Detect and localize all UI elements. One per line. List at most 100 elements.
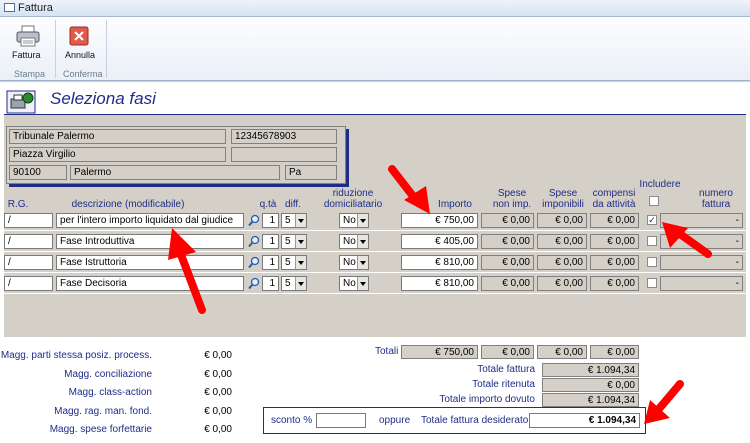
column-header-compensi: compensi da attività (592, 188, 636, 210)
descrizione-field[interactable]: Fase Introduttiva (56, 234, 244, 249)
spese-non-imp-field: € 0,00 (481, 234, 534, 249)
column-header-descrizione: descrizione (modificabile) (71, 199, 185, 210)
qta-field[interactable]: 1 (262, 276, 279, 291)
totale-spese-non-imp-field: € 0,00 (481, 345, 534, 359)
chevron-down-icon[interactable] (295, 256, 306, 269)
importo-field[interactable]: € 405,00 (401, 234, 478, 249)
oppure-label: oppure (379, 415, 411, 426)
totale-importo-field: € 750,00 (401, 345, 478, 359)
client-extra-field[interactable] (231, 147, 337, 162)
printer-icon (16, 25, 40, 47)
riduzione-select[interactable]: No (339, 255, 369, 270)
search-icon[interactable] (248, 256, 260, 269)
fattura-button[interactable]: Fattura (8, 22, 48, 64)
diff-select[interactable]: 5 (281, 213, 307, 228)
include-checkbox[interactable] (647, 257, 657, 267)
riduzione-select-value: No (343, 236, 356, 247)
compensi-field: € 0,00 (590, 234, 639, 249)
chevron-down-icon[interactable] (295, 214, 306, 227)
riduzione-select[interactable]: No (339, 213, 369, 228)
annulla-button[interactable]: Annulla (62, 22, 98, 64)
descrizione-field[interactable]: Fase Decisoria (56, 276, 244, 291)
compensi-field: € 0,00 (590, 276, 639, 291)
total-value-field: € 1.094,34 (542, 363, 639, 377)
importo-field[interactable]: € 810,00 (401, 255, 478, 270)
importo-field[interactable]: € 810,00 (401, 276, 478, 291)
desiderato-label: Totale fattura desiderato (421, 415, 529, 426)
numero-fattura-field: - (660, 213, 743, 228)
client-name-field[interactable]: Tribunale Palermo (9, 129, 226, 144)
annulla-button-label: Annulla (65, 50, 96, 60)
row-separator (4, 293, 746, 294)
include-checkbox[interactable] (647, 236, 657, 246)
importo-field[interactable]: € 750,00 (401, 213, 478, 228)
chevron-down-icon[interactable] (357, 256, 368, 269)
diff-select-value: 5 (285, 236, 291, 247)
totale-compensi-field: € 0,00 (590, 345, 639, 359)
spese-imp-field: € 0,00 (537, 234, 587, 249)
ribbon-separator (106, 20, 107, 78)
fattura-button-label: Fattura (12, 50, 41, 60)
chevron-down-icon[interactable] (295, 277, 306, 290)
rg-field[interactable]: / (4, 234, 53, 249)
diff-select[interactable]: 5 (281, 276, 307, 291)
diff-select-value: 5 (285, 257, 291, 268)
rg-field[interactable]: / (4, 276, 53, 291)
client-code-field[interactable]: 12345678903 (231, 129, 337, 144)
row-separator (4, 272, 746, 273)
column-header-numero: numero fattura (699, 188, 733, 210)
column-header-riduzione: riduzione domiciliatario (323, 188, 383, 210)
chevron-down-icon[interactable] (357, 277, 368, 290)
search-icon[interactable] (248, 277, 260, 290)
summary-value: € 0,00 (204, 368, 232, 380)
numero-fattura-field: - (660, 234, 743, 249)
search-icon[interactable] (248, 235, 260, 248)
diff-select[interactable]: 5 (281, 255, 307, 270)
column-header-rg: R.G. (7, 199, 29, 210)
chevron-down-icon[interactable] (295, 235, 306, 248)
totali-label: Totali (375, 346, 399, 357)
riduzione-select[interactable]: No (339, 276, 369, 291)
column-header-qta: q.tà (259, 199, 277, 210)
summary-value: € 0,00 (204, 424, 232, 435)
summary-label: Magg. spese forfettarie (49, 424, 152, 435)
include-checkbox[interactable] (647, 278, 657, 288)
total-label: Totale importo dovuto (439, 394, 535, 405)
descrizione-field[interactable]: Fase Istruttoria (56, 255, 244, 270)
summary-label: Magg. rag. man. fond. (54, 405, 152, 417)
totale-desiderato-input[interactable]: € 1.094,34 (529, 413, 640, 428)
numero-fattura-field: - (660, 255, 743, 270)
sconto-input[interactable] (316, 413, 366, 428)
diff-select-value: 5 (285, 278, 291, 289)
qta-field[interactable]: 1 (262, 255, 279, 270)
total-value-field: € 0,00 (542, 378, 639, 392)
riduzione-select-value: No (343, 257, 356, 268)
riduzione-select[interactable]: No (339, 234, 369, 249)
descrizione-field[interactable]: per l'intero importo liquidato dal giudi… (56, 213, 244, 228)
spese-imp-field: € 0,00 (537, 255, 587, 270)
diff-select[interactable]: 5 (281, 234, 307, 249)
spese-imp-field: € 0,00 (537, 213, 587, 228)
qta-field[interactable]: 1 (262, 234, 279, 249)
column-header-includere: Includere (639, 179, 681, 190)
spese-imp-field: € 0,00 (537, 276, 587, 291)
chevron-down-icon[interactable] (357, 214, 368, 227)
search-icon[interactable] (248, 214, 260, 227)
include-checkbox[interactable]: ✓ (647, 215, 657, 225)
client-city-field[interactable]: Palermo (70, 165, 280, 180)
rg-field[interactable]: / (4, 255, 53, 270)
client-cap-field[interactable]: 90100 (9, 165, 67, 180)
diff-select-value: 5 (285, 215, 291, 226)
chevron-down-icon[interactable] (357, 235, 368, 248)
client-prov-field[interactable]: Pa (285, 165, 337, 180)
qta-field[interactable]: 1 (262, 213, 279, 228)
summary-label: Magg. parti stessa posiz. process. (0, 350, 152, 361)
row-separator (4, 230, 746, 231)
rg-field[interactable]: / (4, 213, 53, 228)
client-street-field[interactable]: Piazza Virgilio (9, 147, 226, 162)
total-label: Totale ritenuta (472, 379, 535, 390)
summary-value: € 0,00 (204, 387, 232, 398)
include-all-checkbox[interactable] (649, 196, 659, 206)
spese-non-imp-field: € 0,00 (481, 213, 534, 228)
total-value-field: € 1.094,34 (542, 393, 639, 407)
